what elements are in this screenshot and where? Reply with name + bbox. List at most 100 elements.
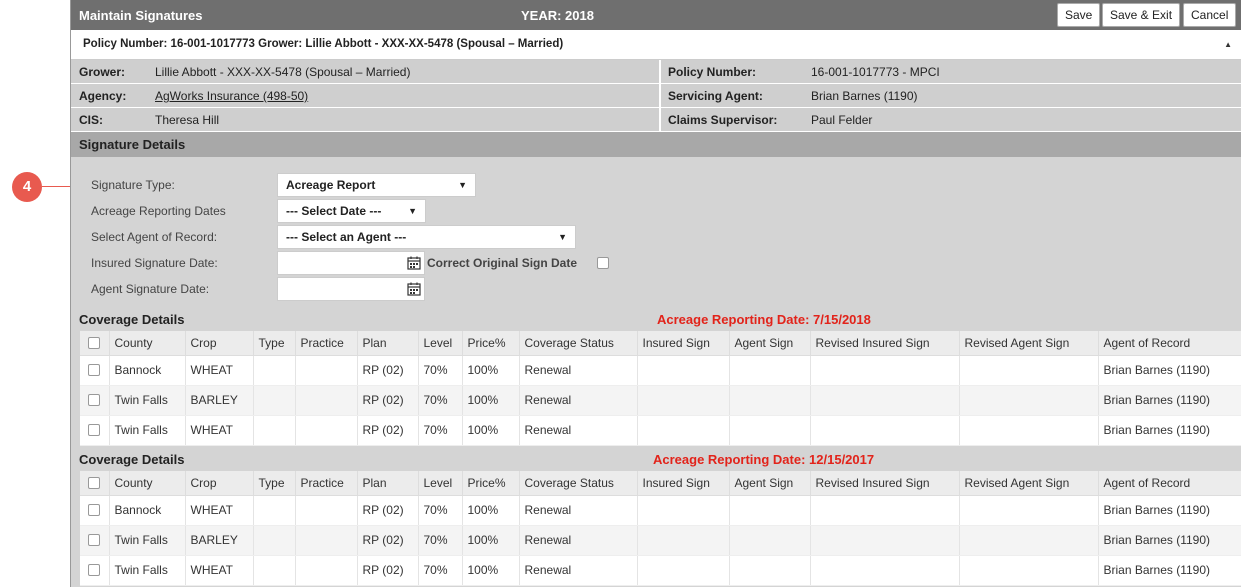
- agent-signature-date-input[interactable]: [277, 277, 425, 301]
- column-header[interactable]: Price%: [462, 331, 520, 356]
- table-cell: BARLEY: [185, 385, 254, 416]
- row-checkbox[interactable]: [88, 424, 100, 436]
- column-header[interactable]: Agent of Record: [1098, 471, 1241, 496]
- claims-supervisor-value: Paul Felder: [811, 113, 873, 127]
- info-column-divider: [659, 60, 661, 132]
- table-cell: RP (02): [357, 555, 419, 586]
- cis-label: CIS:: [79, 113, 103, 127]
- table-cell: [729, 355, 811, 386]
- table-row[interactable]: Twin Falls WHEAT RP (02) 70% 100% Renewal Bria…: [80, 555, 1241, 586]
- table-cell: [959, 355, 1099, 386]
- policy-summary-bar[interactable]: Policy Number: 16-001-1017773 Grower: Li…: [71, 30, 1241, 60]
- servicing-agent-value: Brian Barnes (1190): [811, 89, 918, 103]
- grower-value: Lillie Abbott - XXX-XX-5478 (Spousal – M…: [155, 65, 411, 79]
- row-checkbox[interactable]: [88, 564, 100, 576]
- insured-signature-date-input[interactable]: [277, 251, 425, 275]
- column-header[interactable]: Crop: [185, 471, 254, 496]
- table-cell: [637, 525, 730, 556]
- table-cell: WHEAT: [185, 415, 254, 446]
- column-header[interactable]: County: [109, 331, 186, 356]
- table-cell: WHEAT: [185, 555, 254, 586]
- column-header[interactable]: Price%: [462, 471, 520, 496]
- column-header[interactable]: Revised Insured Sign: [810, 331, 960, 356]
- column-header[interactable]: Revised Insured Sign: [810, 471, 960, 496]
- row-select-cell: [80, 385, 110, 416]
- signature-type-label: Signature Type:: [91, 178, 175, 192]
- column-header[interactable]: Plan: [357, 471, 419, 496]
- acreage-reporting-date-label: Acreage Reporting Date: 7/15/2018: [657, 312, 871, 327]
- row-checkbox[interactable]: [88, 364, 100, 376]
- table-cell: RP (02): [357, 355, 419, 386]
- table-cell: RP (02): [357, 385, 419, 416]
- table-row[interactable]: Twin Falls BARLEY RP (02) 70% 100% Renewal Bri…: [80, 525, 1241, 556]
- cancel-button[interactable]: Cancel: [1183, 3, 1237, 27]
- table-cell: Twin Falls: [109, 555, 186, 586]
- acreage-reporting-date-label: Acreage Reporting Date: 12/15/2017: [653, 452, 875, 467]
- row-checkbox[interactable]: [88, 534, 100, 546]
- save-button[interactable]: Save: [1057, 3, 1101, 27]
- column-header[interactable]: Level: [418, 331, 463, 356]
- column-header[interactable]: County: [109, 471, 186, 496]
- table-cell: 70%: [418, 495, 463, 526]
- row-select-cell: [80, 355, 110, 386]
- table-cell: [253, 555, 296, 586]
- insured-signature-date-label: Insured Signature Date:: [91, 256, 218, 270]
- column-header[interactable]: Insured Sign: [637, 471, 730, 496]
- column-header[interactable]: Plan: [357, 331, 419, 356]
- table-cell: Twin Falls: [109, 525, 186, 556]
- column-header[interactable]: Agent Sign: [729, 471, 811, 496]
- table-cell: Bannock: [109, 355, 186, 386]
- table-row[interactable]: Bannock WHEAT RP (02) 70% 100% Renewal Brian B…: [80, 495, 1241, 526]
- policy-info-grid: Grower: Lillie Abbott - XXX-XX-5478 (Spo…: [71, 60, 1241, 132]
- table-cell: RP (02): [357, 415, 419, 446]
- save-and-exit-button[interactable]: Save & Exit: [1102, 3, 1181, 27]
- acreage-reporting-dates-label: Acreage Reporting Dates: [91, 204, 226, 218]
- table-cell: [637, 385, 730, 416]
- coverage-table-2: County Crop Type Practice Plan Level Price% Cov…: [80, 471, 1241, 586]
- row-checkbox[interactable]: [88, 394, 100, 406]
- column-header[interactable]: Coverage Status: [519, 331, 638, 356]
- table-cell: Brian Barnes (1190): [1098, 525, 1241, 556]
- table-cell: [810, 415, 960, 446]
- column-header[interactable]: Agent of Record: [1098, 331, 1241, 356]
- calendar-icon[interactable]: [407, 256, 421, 270]
- row-checkbox[interactable]: [88, 504, 100, 516]
- table-row[interactable]: Bannock WHEAT RP (02) 70% 100% Renewal Brian B…: [80, 355, 1241, 386]
- collapse-caret-icon[interactable]: ▲: [1224, 40, 1232, 49]
- correct-original-sign-date-checkbox[interactable]: [597, 257, 609, 269]
- table-cell: [637, 415, 730, 446]
- table-cell: Renewal: [519, 495, 638, 526]
- table-row[interactable]: Twin Falls BARLEY RP (02) 70% 100% Renewal Bri…: [80, 385, 1241, 416]
- policy-number-value: 16-001-1017773 - MPCI: [811, 65, 940, 79]
- column-header[interactable]: Insured Sign: [637, 331, 730, 356]
- correct-original-sign-date-label: Correct Original Sign Date: [427, 256, 578, 270]
- select-all-checkbox[interactable]: [88, 336, 100, 349]
- table-cell: 70%: [418, 415, 463, 446]
- column-header[interactable]: Revised Agent Sign: [959, 331, 1099, 356]
- table-cell: 70%: [418, 355, 463, 386]
- column-header[interactable]: Practice: [295, 471, 358, 496]
- column-header[interactable]: Agent Sign: [729, 331, 811, 356]
- table-cell: Renewal: [519, 525, 638, 556]
- agent-of-record-select[interactable]: --- Select an Agent --- ▼: [277, 225, 576, 249]
- column-header[interactable]: Level: [418, 471, 463, 496]
- table-cell: [810, 495, 960, 526]
- acreage-reporting-date-select[interactable]: --- Select Date --- ▼: [277, 199, 426, 223]
- table-cell: [959, 495, 1099, 526]
- signature-details-title: Signature Details: [79, 137, 186, 152]
- column-header[interactable]: Crop: [185, 331, 254, 356]
- policy-number-label: Policy Number:: [668, 65, 757, 79]
- column-header[interactable]: Coverage Status: [519, 471, 638, 496]
- agency-link[interactable]: AgWorks Insurance (498-50): [155, 89, 308, 103]
- select-all-checkbox[interactable]: [88, 476, 100, 489]
- table-row[interactable]: Twin Falls WHEAT RP (02) 70% 100% Renewal Bria…: [80, 415, 1241, 446]
- chevron-down-icon: ▼: [458, 180, 467, 190]
- column-header[interactable]: Type: [253, 471, 296, 496]
- table-cell: Brian Barnes (1190): [1098, 415, 1241, 446]
- column-header[interactable]: Type: [253, 331, 296, 356]
- calendar-icon[interactable]: [407, 282, 421, 296]
- policy-summary-text: Policy Number: 16-001-1017773 Grower: Li…: [83, 38, 564, 50]
- column-header[interactable]: Revised Agent Sign: [959, 471, 1099, 496]
- signature-type-select[interactable]: Acreage Report ▼: [277, 173, 476, 197]
- column-header[interactable]: Practice: [295, 331, 358, 356]
